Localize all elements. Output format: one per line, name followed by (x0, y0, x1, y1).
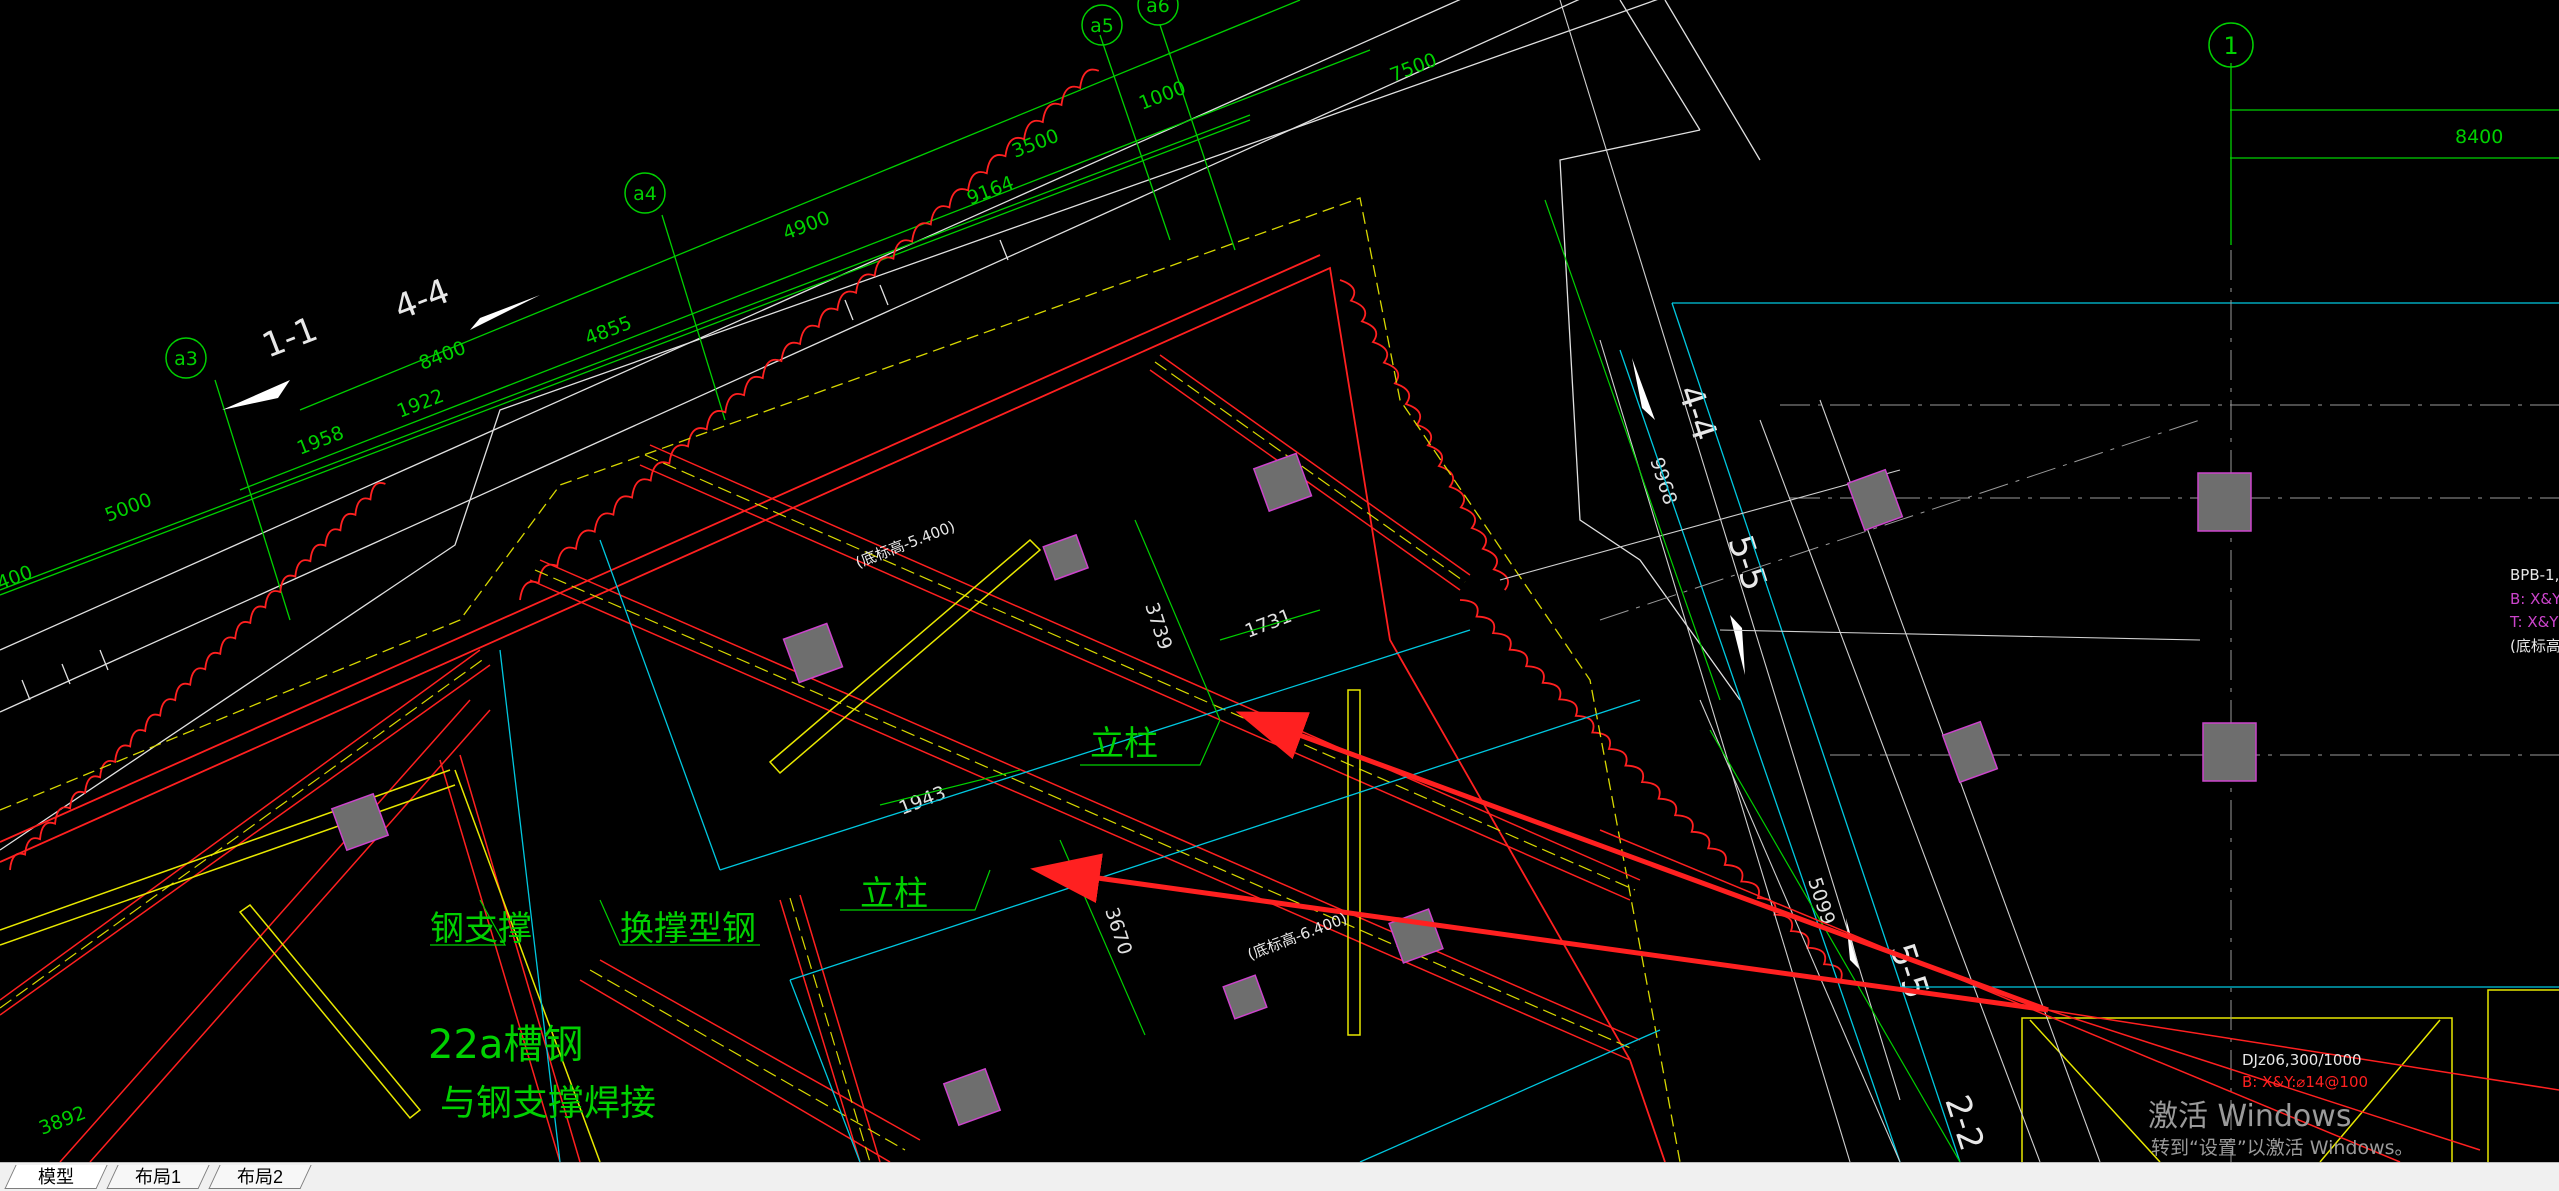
dimension-ticks (21, 239, 1009, 701)
columns (330, 452, 2257, 1127)
axis-label-a4: a4 (633, 183, 657, 205)
dim-4855: 4855 (582, 312, 635, 350)
watermark-line2: 转到“设置”以激活 Windows。 (2151, 1137, 2414, 1159)
elevation-note-2: (底标高-6.400) (1245, 909, 1350, 963)
section-2-2: 2-2 (1936, 1090, 1991, 1155)
axis-label-a5: a5 (1090, 15, 1114, 37)
building-outline (0, 0, 1761, 851)
watermark-line1: 激活 Windows (2148, 1099, 2352, 1134)
axis-label-1: 1 (2223, 32, 2238, 60)
dim-9968: 9968 (1645, 455, 1681, 508)
section-4-4: 4-4 (389, 271, 455, 328)
dim-4900: 4900 (780, 207, 833, 245)
tab-layout2-label: 布局2 (236, 1167, 283, 1187)
dim-1000: 1000 (1136, 77, 1189, 115)
layout-tab-bar: 模型 布局1 布局2 (0, 1162, 2559, 1191)
brace-centerlines (0, 361, 1636, 1162)
dim-8400a: 8400 (416, 337, 469, 375)
column-label-2: 立柱 (860, 874, 928, 914)
foundation-label: DJz06,300/1000 (2242, 1051, 2362, 1069)
dim-3892: 3892 (36, 1102, 89, 1140)
section-1-1: 1-1 (257, 309, 323, 366)
column-label-1: 立柱 (1090, 724, 1158, 764)
dim-1958: 1958 (294, 422, 347, 460)
bpb-t-label: T: X&Y (2509, 613, 2559, 631)
weld-note-label: 与钢支撑焊接 (440, 1083, 656, 1124)
bpb-b-label: B: X&Y (2510, 590, 2559, 608)
bpb-label: BPB-1,( (2510, 566, 2559, 584)
axis-label-a6: a6 (1146, 0, 1170, 17)
dimension-lines-top (0, 0, 2559, 621)
dim-3670: 3670 (1100, 905, 1136, 958)
dim-1922: 1922 (394, 385, 447, 423)
windows-activation-watermark: 激活 Windows 转到“设置”以激活 Windows。 (2148, 1098, 2414, 1160)
dim-400: 400 (0, 561, 36, 595)
steel-brace-label: 钢支撑 (430, 909, 532, 949)
boundary-yellow-dashed (0, 197, 1681, 1162)
bpb-elev-label: (底标高-2 (2510, 637, 2559, 655)
steel-braces-red (0, 354, 1641, 1162)
dim-3500: 3500 (1009, 125, 1062, 163)
cad-drawing-canvas[interactable]: a3 a4 a5 a6 1 5000 1958 1922 8400 4855 4… (0, 0, 2559, 1162)
elevation-note-1: (底标高-5.400) (853, 517, 958, 571)
tab-model-label: 模型 (38, 1167, 74, 1187)
retaining-wall-red (0, 68, 1843, 1162)
foundation-rebar-label: B: X&Y:⌀14@100 (2242, 1073, 2368, 1091)
tab-model[interactable]: 模型 (4, 1165, 108, 1189)
cad-application: a3 a4 a5 a6 1 5000 1958 1922 8400 4855 4… (0, 0, 2559, 1191)
axis-label-a3: a3 (174, 348, 198, 370)
dim-3739: 3739 (1140, 600, 1176, 653)
dim-5000: 5000 (102, 489, 155, 527)
tab-layout2[interactable]: 布局2 (208, 1165, 312, 1189)
replacement-steel-label: 换撑型钢 (620, 909, 756, 949)
grid-lines-right (1599, 250, 2559, 1162)
tab-layout1-label: 布局1 (134, 1167, 181, 1187)
dim-8400b: 8400 (2455, 126, 2503, 148)
dim-1731: 1731 (1242, 605, 1295, 643)
white-lines-right (1499, 0, 2201, 1162)
tab-layout1[interactable]: 布局1 (106, 1165, 210, 1189)
dim-1943: 1943 (896, 782, 949, 820)
channel-steel-label: 22a槽钢 (428, 1022, 583, 1068)
dim-7500: 7500 (1387, 49, 1440, 87)
